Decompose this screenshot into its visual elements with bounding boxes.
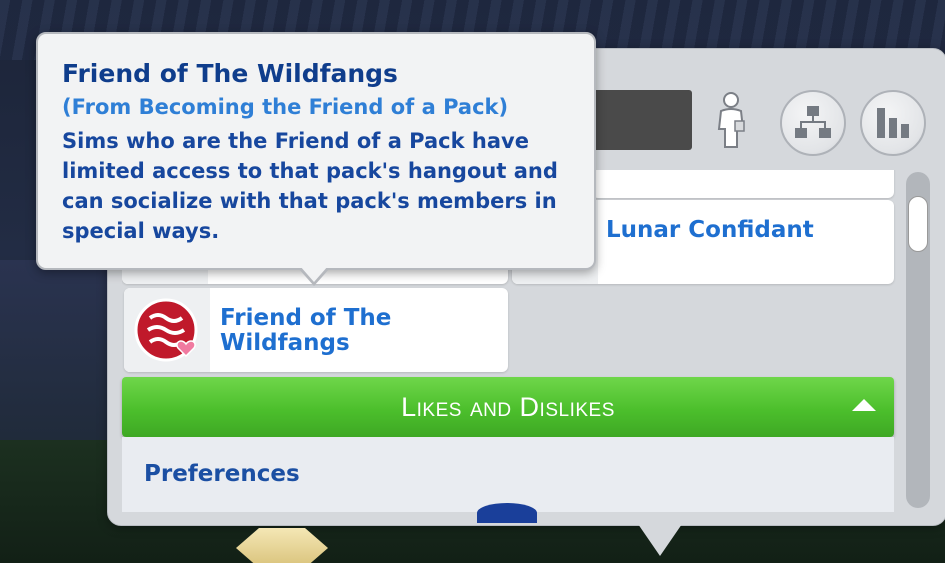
tooltip-source: (From Becoming the Friend of a Pack) <box>62 95 509 119</box>
likes-and-dislikes-label: Likes and Dislikes <box>401 391 615 422</box>
preference-icon[interactable] <box>477 503 537 523</box>
tooltip-title: Friend of The Wildfangs <box>62 59 398 88</box>
reward-tooltip: Friend of The Wildfangs (From Becoming t… <box>36 32 596 270</box>
reward-card-wildfangs[interactable]: Friend of The Wildfangs <box>124 288 508 372</box>
likes-and-dislikes-header[interactable]: Likes and Dislikes <box>122 377 894 437</box>
tooltip-description: Sims who are the Friend of a Pack have l… <box>62 129 558 243</box>
reward-card-partial[interactable] <box>592 170 894 198</box>
family-tree-button[interactable] <box>780 90 846 156</box>
family-tree-icon <box>795 106 831 138</box>
tooltip-tail-inner <box>300 266 328 282</box>
reward-thumb <box>124 288 210 372</box>
wildfangs-icon <box>134 298 198 362</box>
name-field[interactable] <box>592 90 692 150</box>
collapse-arrow-icon <box>852 399 876 411</box>
preferences-section: Preferences <box>122 437 894 523</box>
stats-button[interactable] <box>860 90 926 156</box>
sim-figure-svg <box>717 92 745 148</box>
sim-figure-icon[interactable] <box>700 88 762 152</box>
reward-label: Lunar Confidant <box>606 217 814 243</box>
bar-chart-icon <box>877 108 909 138</box>
reward-label: Friend of The Wildfangs <box>220 305 392 356</box>
scrollbar-thumb[interactable] <box>908 196 928 252</box>
panel-pointer <box>638 524 682 556</box>
preferences-label: Preferences <box>144 461 300 487</box>
